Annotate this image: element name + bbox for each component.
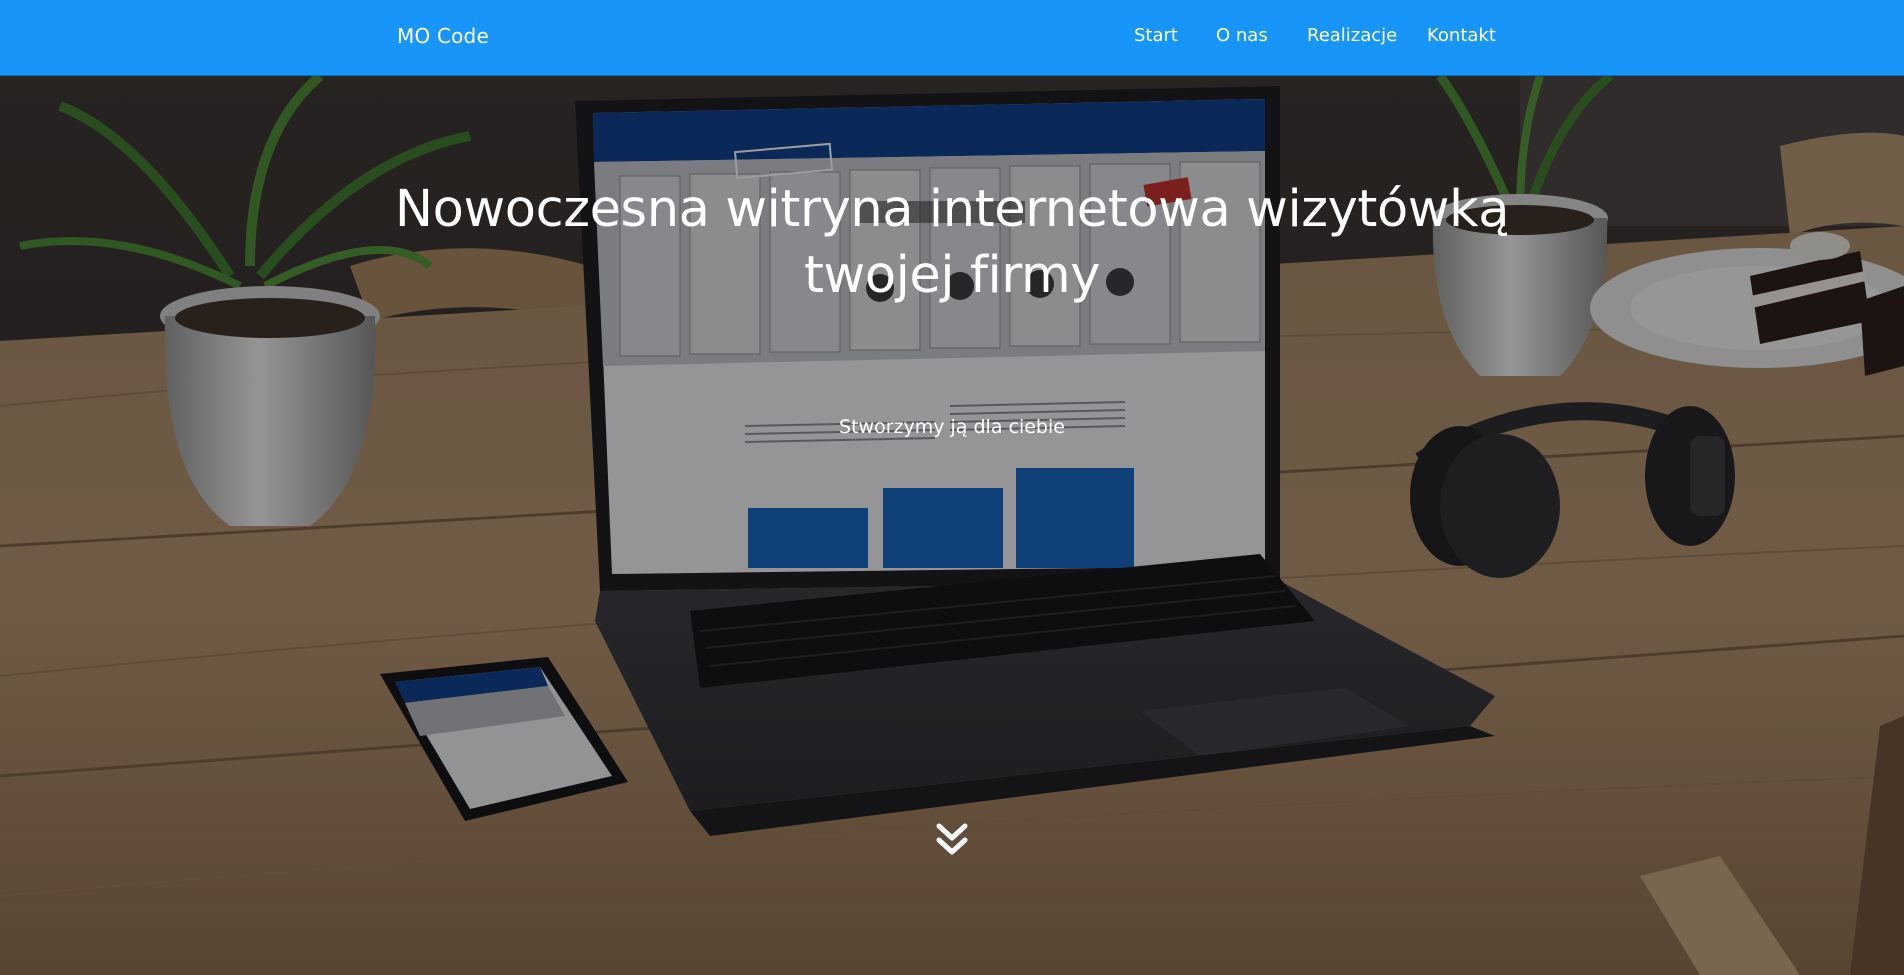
nav-link-kontakt[interactable]: Kontakt <box>1427 25 1496 46</box>
brand-logo[interactable]: MO Code <box>397 24 489 48</box>
hero-subline: Stworzymy ją dla ciebie <box>839 416 1065 438</box>
hero-headline: Nowoczesna witryna internetowa wizytówką… <box>352 177 1552 309</box>
hero-headline-line2: twojej firmy <box>803 246 1101 305</box>
hero-headline-line1: Nowoczesna witryna internetowa wizytówką <box>394 180 1510 239</box>
nav-link-realizacje[interactable]: Realizacje <box>1307 25 1397 46</box>
nav-link-o-nas[interactable]: O nas <box>1216 25 1268 46</box>
double-chevron-down-icon[interactable] <box>936 822 968 862</box>
top-navbar: MO Code Start O nas Realizacje Kontakt <box>0 0 1904 76</box>
nav-link-start[interactable]: Start <box>1134 25 1178 46</box>
